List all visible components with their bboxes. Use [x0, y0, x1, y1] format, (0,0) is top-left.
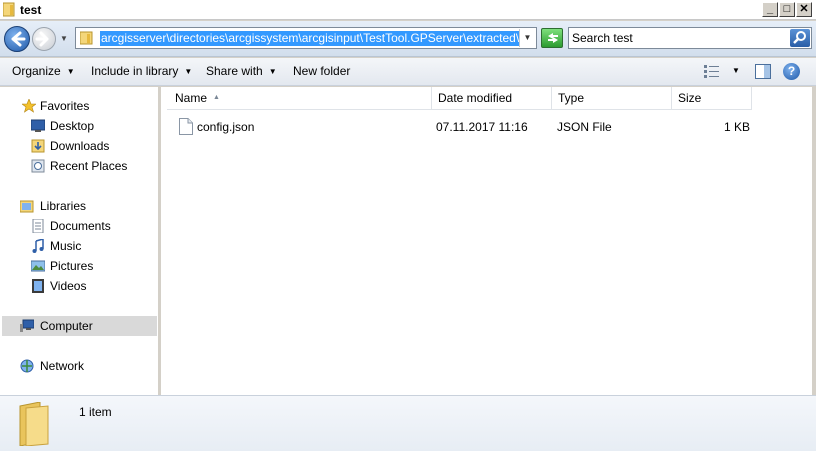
file-name: config.json — [197, 120, 255, 134]
refresh-button[interactable] — [541, 28, 563, 48]
nav-item-label: Desktop — [50, 119, 95, 133]
folder-icon — [3, 2, 15, 17]
computer-icon — [20, 319, 34, 332]
organize-menu[interactable]: Organize ▼ — [12, 64, 75, 78]
nav-item-documents[interactable]: Documents — [0, 216, 158, 236]
forward-arrow-icon — [35, 31, 49, 47]
refresh-icon — [548, 33, 558, 43]
window-title: test — [20, 3, 42, 17]
column-header-label: Size — [678, 91, 702, 105]
nav-item-label: Documents — [50, 219, 111, 233]
share-with-label: Share with — [206, 64, 263, 78]
nav-item-label: Videos — [50, 279, 87, 293]
window-edge — [812, 87, 816, 395]
downloads-icon — [31, 139, 45, 153]
minimize-button[interactable]: _ — [762, 2, 778, 17]
nav-item-downloads[interactable]: Downloads — [0, 136, 158, 156]
navigation-pane: Favorites Desktop Downloads Recent Place… — [0, 87, 158, 395]
column-header-label: Type — [558, 91, 585, 105]
libraries-icon — [20, 200, 34, 213]
nav-favorites-label: Favorites — [40, 99, 90, 113]
recent-pages-dropdown[interactable]: ▼ — [60, 34, 68, 43]
nav-item-label: Music — [50, 239, 82, 253]
column-header-type[interactable]: Type — [552, 87, 672, 110]
videos-icon — [32, 279, 44, 293]
star-icon — [22, 99, 36, 113]
include-in-library-label: Include in library — [91, 64, 179, 78]
nav-computer[interactable]: Computer — [2, 316, 157, 336]
sort-ascending-icon: ▲ — [213, 94, 220, 101]
network-icon — [20, 359, 34, 373]
include-in-library-menu[interactable]: Include in library ▼ — [91, 64, 192, 78]
folder-icon — [19, 402, 49, 446]
address-row: ▼ arcgisserver\directories\arcgissystem\… — [0, 21, 816, 57]
file-size: 1 KB — [724, 120, 751, 134]
nav-network[interactable]: Network — [0, 356, 158, 376]
back-button[interactable] — [4, 26, 30, 52]
file-row[interactable]: config.json 07.11.2017 11:16 JSON File 1… — [167, 116, 787, 138]
file-icon — [179, 118, 193, 135]
new-folder-button[interactable]: New folder — [293, 64, 350, 78]
change-view-icon[interactable] — [704, 65, 720, 78]
nav-item-label: Pictures — [50, 259, 94, 273]
new-folder-label: New folder — [293, 64, 351, 78]
close-button[interactable]: ✕ — [796, 2, 812, 17]
file-list: Name ▲ Date modified Type Size config.jso… — [161, 87, 812, 395]
file-date-modified: 07.11.2017 11:16 — [436, 120, 528, 134]
nav-computer-label: Computer — [40, 319, 93, 333]
column-header-date-modified[interactable]: Date modified — [432, 87, 552, 110]
organize-label: Organize — [12, 64, 61, 78]
nav-item-desktop[interactable]: Desktop — [0, 116, 158, 136]
chevron-down-icon: ▼ — [66, 67, 75, 76]
share-with-menu[interactable]: Share with ▼ — [206, 64, 277, 78]
back-arrow-icon — [11, 31, 26, 47]
search-box[interactable] — [568, 27, 812, 49]
recent-places-icon — [31, 159, 45, 173]
nav-item-videos[interactable]: Videos — [0, 276, 158, 296]
nav-network-label: Network — [40, 359, 85, 373]
nav-item-music[interactable]: Music — [0, 236, 158, 256]
documents-icon — [32, 219, 44, 233]
chevron-down-icon: ▼ — [184, 67, 193, 76]
column-header-name[interactable]: Name ▲ — [167, 87, 432, 110]
column-header-size[interactable]: Size — [672, 87, 752, 110]
item-count: 1 item — [79, 405, 112, 419]
nav-favorites[interactable]: Favorites — [0, 96, 158, 116]
maximize-button[interactable]: □ — [779, 2, 795, 17]
nav-item-recent-places[interactable]: Recent Places — [0, 156, 158, 176]
forward-button[interactable] — [32, 27, 56, 51]
help-button[interactable]: ? — [783, 63, 800, 80]
desktop-icon — [31, 119, 45, 132]
preview-pane-button[interactable] — [755, 64, 771, 79]
search-button[interactable] — [790, 29, 810, 47]
nav-libraries-label: Libraries — [40, 199, 87, 213]
view-options-dropdown[interactable]: ▼ — [732, 66, 740, 75]
address-dropdown-button[interactable]: ▼ — [519, 29, 535, 47]
nav-item-pictures[interactable]: Pictures — [0, 256, 158, 276]
address-bar[interactable]: arcgisserver\directories\arcgissystem\ar… — [75, 27, 537, 49]
search-icon — [793, 31, 806, 44]
pictures-icon — [31, 260, 45, 272]
search-input[interactable] — [572, 30, 782, 46]
chevron-down-icon: ▼ — [268, 67, 277, 76]
nav-libraries[interactable]: Libraries — [0, 196, 158, 216]
details-pane: 1 item — [0, 395, 816, 451]
address-path[interactable]: arcgisserver\directories\arcgissystem\ar… — [100, 31, 520, 46]
command-bar: Organize ▼ Include in library ▼ Share with… — [0, 58, 816, 86]
folder-icon — [80, 31, 93, 45]
column-header-label: Name — [175, 91, 208, 105]
file-type: JSON File — [557, 120, 612, 134]
nav-item-label: Recent Places — [50, 159, 128, 173]
nav-item-label: Downloads — [50, 139, 110, 153]
column-header-label: Date modified — [438, 91, 513, 105]
title-bar: test _ □ ✕ — [0, 0, 816, 20]
music-icon — [32, 239, 44, 253]
